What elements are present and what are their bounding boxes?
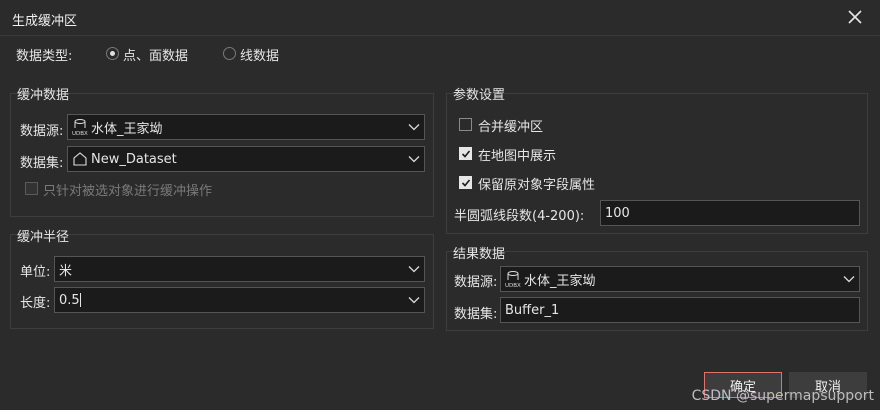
- segments-label: 半圆弧线段数(4-200):: [454, 209, 585, 224]
- region-dataset-icon: [72, 150, 88, 168]
- show-in-map-label: 在地图中展示: [478, 149, 557, 164]
- udbx-datasource-icon: UDBX: [505, 270, 521, 288]
- result-dataset-input[interactable]: Buffer_1: [500, 297, 860, 323]
- selected-only-label: 只针对被选对象进行缓冲操作: [43, 184, 213, 199]
- chevron-down-icon[interactable]: [404, 259, 424, 279]
- selected-only-checkbox[interactable]: [25, 182, 38, 195]
- buffer-radius-title: 缓冲半径: [17, 230, 70, 245]
- chevron-down-icon[interactable]: [839, 269, 859, 289]
- buffer-datasource-label: 数据源:: [20, 124, 64, 139]
- result-datasource-label: 数据源:: [454, 275, 498, 290]
- title-bar: 生成缓冲区: [0, 0, 880, 36]
- buffer-datasource-select[interactable]: UDBX 水体_王家坳: [67, 114, 425, 140]
- buffer-data-title: 缓冲数据: [17, 88, 70, 103]
- radio-point-region-label[interactable]: 点、面数据: [123, 45, 188, 64]
- segments-input[interactable]: 100: [600, 200, 860, 226]
- result-datasource-select[interactable]: UDBX 水体_王家坳: [500, 266, 860, 292]
- radio-line[interactable]: [223, 47, 236, 60]
- result-dataset-value: Buffer_1: [505, 302, 560, 318]
- length-value: 0.5: [59, 292, 80, 308]
- unit-value: 米: [59, 263, 73, 279]
- result-datasource-value: 水体_王家坳: [524, 273, 596, 289]
- keep-fields-label: 保留原对象字段属性: [478, 178, 596, 193]
- text-cursor: [79, 293, 81, 307]
- buffer-dataset-value: New_Dataset: [91, 151, 177, 167]
- watermark: CSDN @supermapsupport: [691, 388, 874, 404]
- chevron-down-icon[interactable]: [404, 290, 424, 310]
- show-in-map-checkbox[interactable]: [459, 147, 472, 160]
- buffer-dataset-select[interactable]: New_Dataset: [67, 146, 425, 172]
- params-title: 参数设置: [453, 88, 506, 103]
- merge-buffer-checkbox[interactable]: [459, 118, 472, 131]
- result-title: 结果数据: [453, 247, 506, 262]
- buffer-dataset-label: 数据集:: [20, 156, 64, 171]
- merge-buffer-label: 合并缓冲区: [478, 120, 544, 135]
- buffer-datasource-value: 水体_王家坳: [91, 121, 163, 137]
- segments-value: 100: [605, 205, 630, 221]
- svg-text:UDBX: UDBX: [72, 131, 88, 136]
- length-label: 长度:: [20, 296, 51, 311]
- keep-fields-checkbox[interactable]: [459, 176, 472, 189]
- radio-line-label[interactable]: 线数据: [240, 45, 279, 64]
- chevron-down-icon[interactable]: [404, 117, 424, 137]
- unit-label: 单位:: [20, 265, 51, 280]
- unit-select[interactable]: 米: [54, 256, 425, 282]
- chevron-down-icon[interactable]: [404, 149, 424, 169]
- length-combobox[interactable]: 0.5: [54, 287, 425, 313]
- data-type-label: 数据类型:: [16, 49, 73, 64]
- svg-text:UDBX: UDBX: [505, 283, 521, 288]
- udbx-datasource-icon: UDBX: [72, 118, 88, 136]
- close-icon[interactable]: [844, 6, 866, 28]
- radio-point-region[interactable]: [106, 47, 119, 60]
- window-title: 生成缓冲区: [12, 14, 78, 29]
- result-dataset-label: 数据集:: [454, 307, 498, 322]
- length-value-wrap[interactable]: 0.5: [59, 293, 404, 308]
